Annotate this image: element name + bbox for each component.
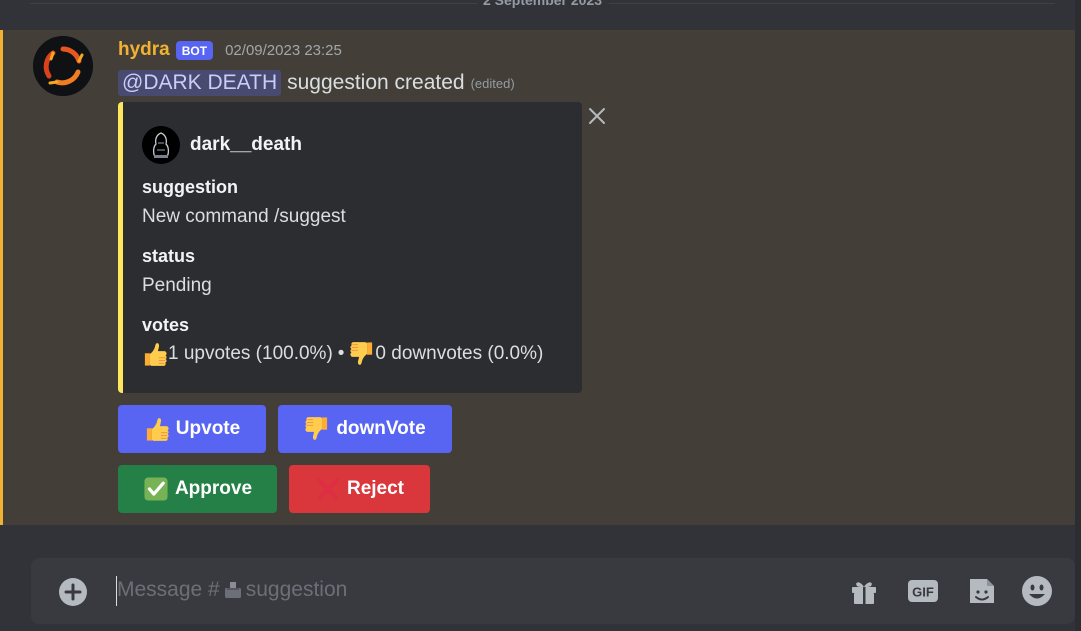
thumbs-up-icon xyxy=(142,341,168,367)
check-mark-icon xyxy=(144,477,168,501)
thumbs-down-icon xyxy=(349,341,375,367)
field-value-suggestion: New command /suggest xyxy=(142,206,346,227)
field-value-votes: 1 upvotes (100.0%) • 0 downvotes (0.0%) xyxy=(142,341,543,367)
author-avatar xyxy=(142,126,180,164)
gift-icon[interactable] xyxy=(848,575,880,607)
username[interactable]: hydra xyxy=(118,39,170,61)
edited-label: (edited) xyxy=(470,75,515,91)
approve-label: Approve xyxy=(174,478,253,499)
downvotes-count: 0 downvotes (0.0%) xyxy=(375,343,544,364)
gif-icon[interactable]: GIF xyxy=(907,575,939,607)
date-divider: 2 September 2023 xyxy=(30,0,1055,9)
message-composer[interactable]: Message # suggestion GIF xyxy=(31,558,1075,624)
sticker-icon[interactable] xyxy=(966,575,998,607)
downvote-button[interactable]: downVote xyxy=(278,405,452,453)
field-name-suggestion: suggestion xyxy=(142,177,239,197)
downvote-label: downVote xyxy=(336,418,426,439)
message-header: hydra BOT 02/09/2023 23:25 xyxy=(118,38,342,62)
placeholder-prefix: Message # xyxy=(117,578,220,601)
vote-separator: • xyxy=(337,343,345,364)
reject-button[interactable]: Reject xyxy=(289,465,430,513)
upvote-label: Upvote xyxy=(175,418,241,439)
embed-author-name[interactable]: dark__death xyxy=(190,134,302,156)
ballot-box-icon xyxy=(224,582,241,598)
message-content: @DARK DEATH suggestion created (edited) xyxy=(118,68,515,98)
embed-author: dark__death xyxy=(142,126,302,164)
upvotes-count: 1 upvotes (100.0%) xyxy=(168,343,333,364)
approve-button[interactable]: Approve xyxy=(118,465,277,513)
message-text: suggestion created xyxy=(287,71,465,94)
field-name-status: status xyxy=(142,246,196,266)
plus-icon[interactable] xyxy=(58,577,88,607)
message-input[interactable]: Message # suggestion xyxy=(117,578,347,602)
timestamp: 02/09/2023 23:25 xyxy=(225,41,342,59)
suggestion-embed: dark__death suggestion New command /sugg… xyxy=(118,102,582,393)
thumbs-down-icon xyxy=(304,416,330,442)
close-icon[interactable] xyxy=(587,106,607,126)
divider-date: 2 September 2023 xyxy=(476,0,609,8)
reject-label: Reject xyxy=(346,478,405,499)
bot-avatar[interactable] xyxy=(33,36,93,96)
thumbs-up-icon xyxy=(144,416,170,442)
message: hydra BOT 02/09/2023 23:25 @DARK DEATH s… xyxy=(0,30,1075,525)
field-name-votes: votes xyxy=(142,315,190,335)
placeholder-channel: suggestion xyxy=(245,578,348,601)
emoji-icon[interactable] xyxy=(1021,575,1053,607)
upvote-button[interactable]: Upvote xyxy=(118,405,266,453)
scroll-gutter xyxy=(1075,0,1081,631)
user-mention[interactable]: @DARK DEATH xyxy=(118,70,282,96)
svg-text:GIF: GIF xyxy=(912,585,934,600)
bot-tag: BOT xyxy=(175,40,214,60)
field-value-status: Pending xyxy=(142,275,212,296)
cross-mark-icon xyxy=(317,478,339,500)
